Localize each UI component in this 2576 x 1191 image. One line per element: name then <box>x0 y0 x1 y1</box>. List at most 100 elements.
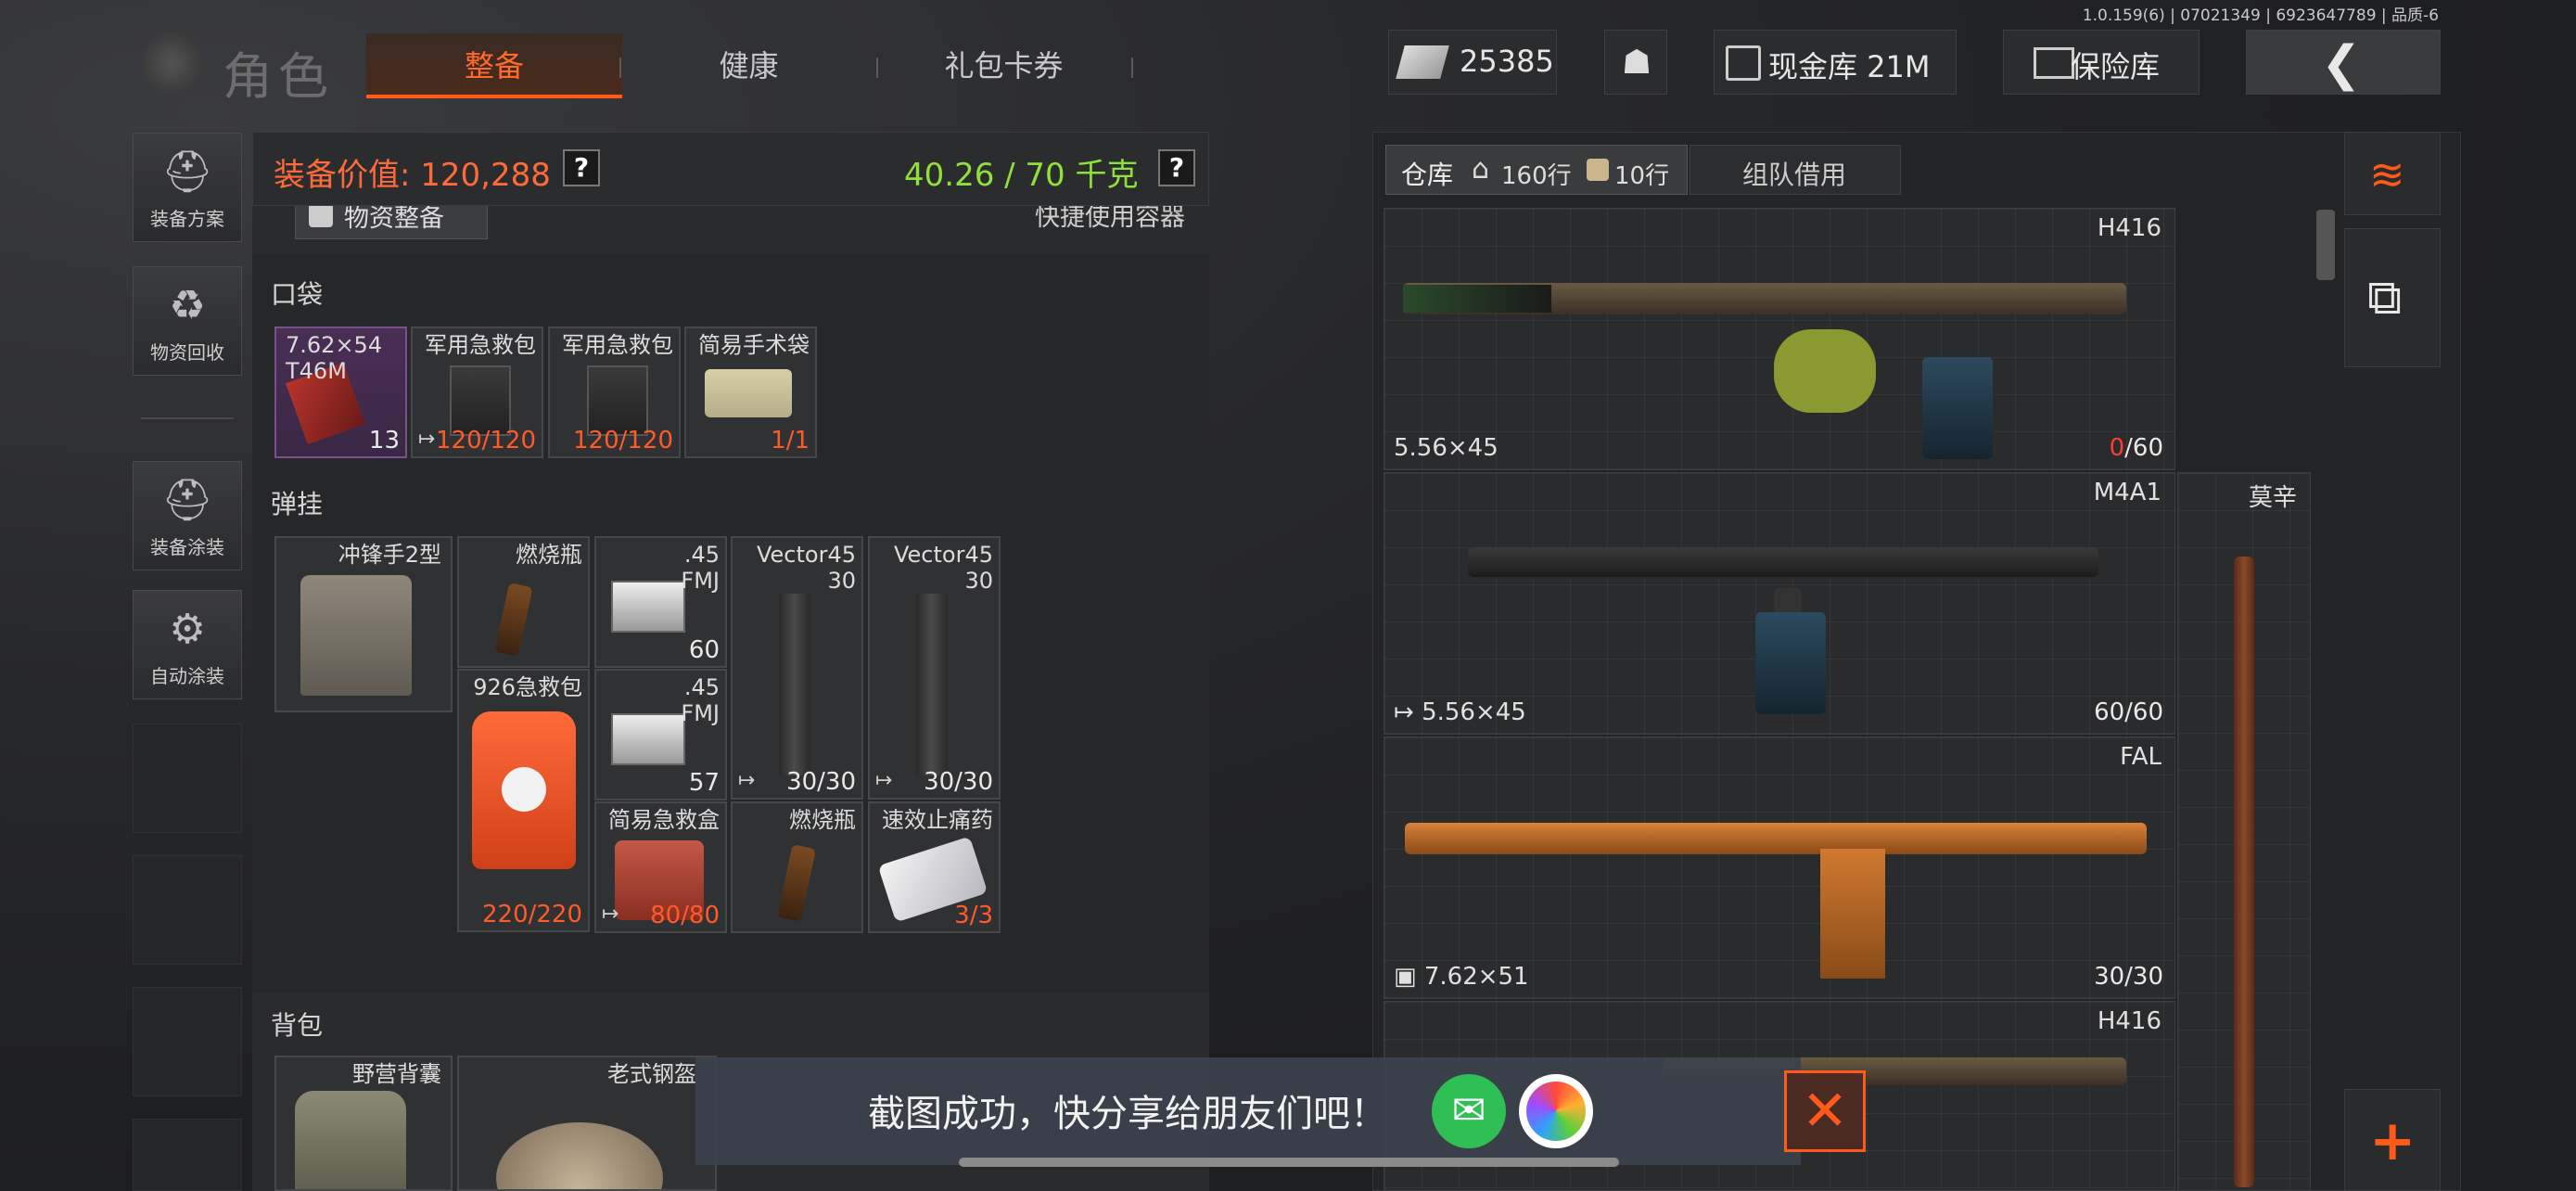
operator-button[interactable]: ☗ <box>1604 30 1667 95</box>
screenshot-toast: 截图成功，快分享给朋友们吧！ ✉ ✕ <box>695 1057 1866 1165</box>
pocket-slot[interactable]: 军用急救包 120/120 <box>548 327 681 458</box>
chest-rig-icon <box>300 575 412 696</box>
pocket-slot[interactable]: 7.62×54 T46M 13 <box>274 327 407 458</box>
weapon-ammo: 5.56×45 <box>1394 434 1498 462</box>
safe-button[interactable]: 保险库 <box>2003 30 2200 95</box>
weapon-slot-h416[interactable]: H416 5.56×45 0/60 <box>1384 208 2175 470</box>
stash-download-icon: ⧉ <box>2367 270 2403 326</box>
magazine-icon <box>1755 612 1826 714</box>
weapon-slot-mosin[interactable]: 莫辛 <box>2177 472 2311 1191</box>
rig-slot[interactable]: 简易急救盒 ↦ 80/80 <box>594 801 727 933</box>
item-name: 7.62×54 T46M <box>286 332 383 384</box>
item-count: 120/120 <box>435 427 536 455</box>
sidebar-item-auto-paint[interactable]: ⚙ 自动涂装 <box>133 590 242 699</box>
sidebar-item-label: 物资回收 <box>150 341 224 364</box>
item-name: 老式钢盔 <box>607 1061 696 1087</box>
home-rows: 160行 <box>1501 162 1572 190</box>
suppressor-icon <box>1403 285 1551 313</box>
medkit-cross-icon <box>502 767 546 812</box>
stash-button[interactable]: ⧉ <box>2344 228 2441 367</box>
weapon-slot-fal[interactable]: FAL ▣ 7.62×51 30/30 <box>1384 736 2175 999</box>
sort-button[interactable]: ≋ <box>2344 132 2441 215</box>
weapon-count: 30/30 <box>2094 963 2163 991</box>
item-count: 120/120 <box>572 427 673 455</box>
supply-button-label: 物资整备 <box>344 206 444 233</box>
sidebar-item-loadout-plan[interactable]: ⛑ 装备方案 <box>133 133 242 242</box>
weapon-name: H416 <box>2097 1007 2162 1035</box>
tab-health[interactable]: 健康 <box>649 33 848 98</box>
loadout-header: 装备价值: 120,288 ? 40.26 / 70 千克 ? <box>252 132 1209 206</box>
rig-slot[interactable]: 燃烧瓶 <box>457 536 590 668</box>
tab-team-label: 组队借用 <box>1742 160 1847 190</box>
back-button[interactable]: ❮ <box>2246 30 2441 95</box>
equip-arrow-icon: ↦ <box>738 769 756 792</box>
ammo-box-icon <box>611 713 685 765</box>
backpack-slot[interactable]: 野营背囊 <box>274 1056 453 1191</box>
magazine-icon <box>1922 357 1993 459</box>
rig-slot[interactable]: 燃烧瓶 <box>731 801 863 933</box>
value-help-icon[interactable]: ? <box>563 149 600 186</box>
home-icon: ⌂ <box>1472 153 1490 186</box>
tab-gift-cards[interactable]: 礼包卡券 <box>899 33 1108 98</box>
weight-help-icon[interactable]: ? <box>1158 149 1195 186</box>
cash-icon <box>1396 45 1449 79</box>
tab-divider <box>1131 58 1133 78</box>
cash-vault-label: 现金库 21M <box>1768 49 1931 84</box>
vault-icon <box>1726 45 1761 81</box>
sidebar-empty-slot <box>133 724 242 833</box>
weapon-slot-m4a1[interactable]: M4A1 ↦ 5.56×45 60/60 <box>1384 472 2175 735</box>
weapon-count: 60/60 <box>2094 698 2163 726</box>
equip-arrow-icon: ↦ <box>875 769 893 792</box>
rig-slot[interactable]: .45 FMJ 60 <box>594 536 727 668</box>
foregrip-icon <box>1774 329 1876 413</box>
rig-slot[interactable]: 926急救包 220/220 <box>457 669 590 932</box>
chest-rig-slot[interactable]: 冲锋手2型 <box>274 536 453 712</box>
close-toast-button[interactable]: ✕ <box>1784 1070 1866 1152</box>
safe-label: 保险库 <box>2071 49 2161 84</box>
surgical-kit-icon <box>705 369 792 417</box>
tab-warehouse[interactable]: 仓库 ⌂ 160行 10行 <box>1385 145 1688 195</box>
version-info: 1.0.159(6) | 07021349 | 6923647789 | 品质-… <box>2082 6 2439 25</box>
sidebar-item-label: 装备方案 <box>150 208 224 230</box>
sidebar-item-paint[interactable]: ⛑ 装备涂装 <box>133 461 242 570</box>
equipment-value: 装备价值: 120,288 <box>274 157 551 194</box>
tab-team-borrow[interactable]: 组队借用 <box>1690 145 1901 195</box>
cash-vault-button[interactable]: 现金库 21M <box>1714 30 1957 95</box>
pocket-slot[interactable]: 军用急救包 ↦ 120/120 <box>411 327 543 458</box>
money-amount: 25385 <box>1460 44 1554 79</box>
item-count: 60 <box>688 636 720 664</box>
sidebar-empty-slot <box>133 987 242 1096</box>
medkit-icon <box>450 365 511 436</box>
backpack-section-label: 背包 <box>271 1010 324 1041</box>
item-name: .45 FMJ <box>681 674 720 726</box>
helmet-slot[interactable]: 老式钢盔 <box>457 1056 717 1191</box>
item-name: .45 FMJ <box>681 542 720 594</box>
item-name: 军用急救包 <box>562 332 673 358</box>
wechat-share-icon[interactable]: ✉ <box>1432 1074 1506 1148</box>
back-arrow-icon: ❮ <box>2321 36 2362 92</box>
moments-share-icon[interactable] <box>1519 1074 1593 1148</box>
rig-slot[interactable]: Vector45 30 ↦ 30/30 <box>731 536 863 800</box>
sort-stack-icon: ≋ <box>2369 149 2405 199</box>
pocket-slot[interactable]: 简易手术袋 1/1 <box>684 327 817 458</box>
item-count: 80/80 <box>650 902 720 929</box>
weapon-name: FAL <box>2120 743 2162 771</box>
storage-scrollbar[interactable] <box>2316 210 2335 280</box>
paint-helmet-icon: ⛑ <box>161 477 213 524</box>
ammo-box-icon <box>611 581 685 633</box>
plus-icon: + <box>2369 1108 2417 1173</box>
tab-loadout[interactable]: 整备 <box>366 33 622 98</box>
auto-paint-icon: ⚙ <box>169 606 206 653</box>
sidebar-item-label: 自动涂装 <box>150 665 224 687</box>
supply-button[interactable]: 物资整备 <box>295 206 488 239</box>
safe-icon <box>2034 47 2074 79</box>
sidebar-item-recycle[interactable]: ♻ 物资回收 <box>133 266 242 376</box>
money-display[interactable]: 25385 <box>1388 30 1557 95</box>
add-button[interactable]: + <box>2344 1089 2441 1191</box>
rig-slot[interactable]: Vector45 30 ↦ 30/30 <box>868 536 1001 800</box>
magazine-icon <box>916 594 948 775</box>
weapon-name: M4A1 <box>2093 479 2162 506</box>
rig-slot[interactable]: .45 FMJ 57 <box>594 669 727 800</box>
sidebar-empty-slot <box>133 855 242 965</box>
rig-slot[interactable]: 速效止痛药 3/3 <box>868 801 1001 933</box>
